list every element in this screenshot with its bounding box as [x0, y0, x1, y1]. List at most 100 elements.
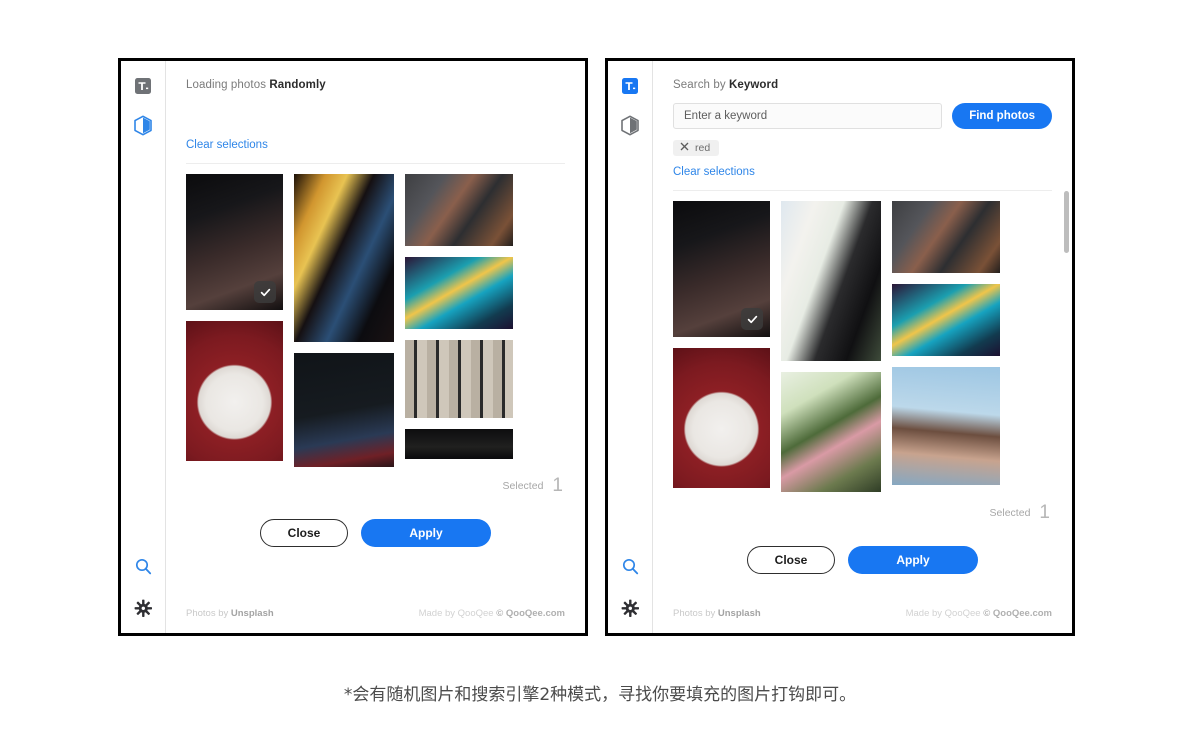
- photo-thumbnail[interactable]: [405, 257, 513, 329]
- panel-title-search: Search by Keyword: [673, 79, 1052, 91]
- photo-column-0: [673, 201, 770, 488]
- apply-button[interactable]: Apply: [848, 546, 978, 574]
- photo-thumbnail[interactable]: [892, 201, 1000, 273]
- keyword-tag-label: red: [695, 142, 711, 154]
- footer-spacer: [166, 547, 585, 586]
- text-tool-icon[interactable]: [619, 75, 641, 97]
- close-button[interactable]: Close: [260, 519, 348, 547]
- photo-image: [294, 353, 394, 467]
- photo-image: [892, 201, 1000, 273]
- clear-selections-link[interactable]: Clear selections: [186, 139, 268, 151]
- photo-thumbnail[interactable]: [405, 340, 513, 418]
- apply-button[interactable]: Apply: [361, 519, 491, 547]
- keyword-search-row: Find photos: [673, 103, 1052, 129]
- rail-bottom-group: [608, 555, 652, 619]
- rail-top-group: [608, 61, 652, 136]
- photo-thumbnail[interactable]: [673, 201, 770, 337]
- close-x-icon[interactable]: [680, 142, 689, 154]
- screenshot-root: Loading photos Randomly Clear selections S…: [0, 0, 1200, 750]
- clear-selections-link[interactable]: Clear selections: [673, 166, 755, 178]
- footer-credit-left: Photos by Unsplash: [673, 608, 761, 619]
- photo-column-1: [781, 201, 881, 492]
- photo-thumbnail[interactable]: [294, 353, 394, 467]
- photo-picker-panel-random: Loading photos Randomly Clear selections S…: [118, 58, 588, 636]
- rail-top-group: [121, 61, 165, 136]
- panel-header-random: Loading photos Randomly Clear selections: [166, 61, 585, 164]
- photo-grid-search[interactable]: [653, 191, 1072, 494]
- keyword-tag-list: red: [673, 138, 1052, 156]
- tool-rail-search: [608, 61, 653, 633]
- footer-left-strong: Unsplash: [717, 608, 761, 619]
- photo-selected-check-icon[interactable]: [254, 281, 276, 303]
- photo-thumbnail[interactable]: [892, 367, 1000, 485]
- selected-count: 1: [552, 475, 563, 496]
- caption-text: *会有随机图片和搜索引擎2种模式，寻找你要填充的图片打钩即可。: [343, 685, 857, 705]
- action-button-row-random: Close Apply: [166, 497, 585, 547]
- photo-image: [405, 174, 513, 246]
- keyword-tag[interactable]: red: [673, 140, 720, 156]
- gear-icon[interactable]: [132, 597, 154, 619]
- photo-thumbnail[interactable]: [781, 372, 881, 492]
- photo-thumbnail[interactable]: [673, 348, 770, 488]
- photo-column-0: [186, 174, 283, 461]
- photo-thumbnail[interactable]: [405, 174, 513, 246]
- action-button-row-search: Close Apply: [653, 524, 1072, 574]
- panel-footer-search: Photos by Unsplash Made by QooQee © QooQe…: [653, 608, 1072, 633]
- photo-image: [781, 372, 881, 492]
- panel-title-strong: Randomly: [269, 79, 326, 91]
- footer-left-strong: Unsplash: [230, 608, 274, 619]
- search-input[interactable]: [673, 103, 943, 129]
- grid-scrollbar[interactable]: [1064, 191, 1069, 494]
- selected-label: Selected: [989, 507, 1031, 519]
- hexagon-shape-icon[interactable]: [619, 114, 641, 136]
- photo-grid-random[interactable]: [166, 164, 585, 467]
- search-icon[interactable]: [619, 555, 641, 577]
- footer-spacer: [653, 574, 1072, 586]
- photo-thumbnail[interactable]: [186, 174, 283, 310]
- find-photos-button[interactable]: Find photos: [952, 103, 1052, 129]
- selected-count-row-search: Selected 1: [653, 494, 1072, 524]
- selected-label: Selected: [502, 480, 544, 492]
- photo-image: [186, 321, 283, 461]
- gear-icon[interactable]: [619, 597, 641, 619]
- footer-credit-left: Photos by Unsplash: [186, 608, 274, 619]
- photo-image: [405, 257, 513, 329]
- close-button[interactable]: Close: [747, 546, 835, 574]
- panel-body-random: Loading photos Randomly Clear selections S…: [166, 61, 585, 633]
- panel-footer-random: Photos by Unsplash Made by QooQee © QooQe…: [166, 608, 585, 633]
- footer-left-prefix: Photos by: [186, 608, 231, 619]
- photo-column-1: [294, 174, 394, 467]
- footer-right-strong: QooQee.com: [503, 608, 565, 619]
- photo-selected-check-icon[interactable]: [741, 308, 763, 330]
- footer-credit-right: Made by QooQee © QooQee.com: [906, 608, 1052, 619]
- photo-image: [892, 367, 1000, 485]
- panel-title-strong: Keyword: [728, 79, 779, 91]
- panel-title-random: Loading photos Randomly: [186, 79, 565, 91]
- photo-thumbnail[interactable]: [294, 174, 394, 342]
- photo-thumbnail[interactable]: [781, 201, 881, 361]
- footer-credit-right: Made by QooQee © QooQee.com: [419, 608, 565, 619]
- search-icon[interactable]: [132, 555, 154, 577]
- photo-picker-panel-search: Search by Keyword Find photos red Clear sel…: [605, 58, 1075, 636]
- photo-image: [781, 201, 881, 361]
- photo-image: [405, 340, 513, 418]
- masonry-columns: [186, 174, 565, 467]
- photo-image: [892, 284, 1000, 356]
- photo-thumbnail[interactable]: [186, 321, 283, 461]
- header-spacer: [186, 91, 565, 135]
- photo-column-2: [405, 174, 513, 459]
- selected-count: 1: [1039, 502, 1050, 523]
- photo-thumbnail[interactable]: [405, 429, 513, 459]
- hexagon-shape-icon[interactable]: [132, 114, 154, 136]
- photo-image: [673, 348, 770, 488]
- text-tool-icon[interactable]: [132, 75, 154, 97]
- tool-rail-random: [121, 61, 166, 633]
- panel-title-prefix: Search by: [673, 79, 729, 91]
- photo-image: [405, 429, 513, 459]
- photo-image: [294, 174, 394, 342]
- photo-column-2: [892, 201, 1000, 485]
- footer-right-strong: QooQee.com: [990, 608, 1052, 619]
- photo-thumbnail[interactable]: [892, 284, 1000, 356]
- rail-bottom-group: [121, 555, 165, 619]
- panel-title-prefix: Loading photos: [186, 79, 270, 91]
